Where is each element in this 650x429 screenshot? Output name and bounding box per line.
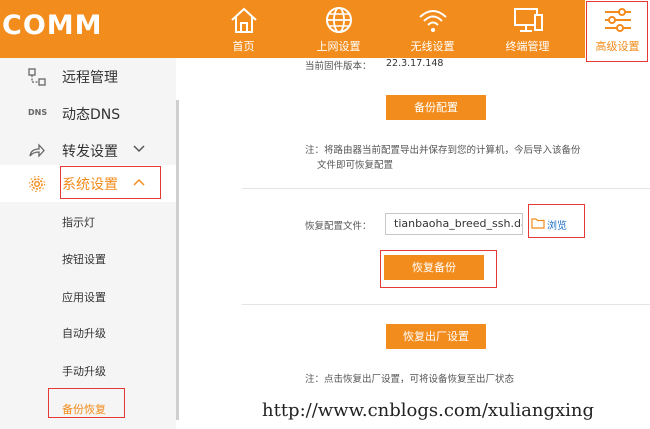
sidebar-subitem-manual-upgrade[interactable]: 手动升级 [0, 352, 176, 388]
nav-advanced-settings-label: 高级设置 [595, 40, 640, 53]
sidebar-subitem-label: 指示灯 [62, 216, 95, 229]
sidebar: 远程管理 DNS 动态DNS 转发设置 系统设置 指示灯 按钮设置 应用设置 自 [0, 58, 176, 429]
sidebar-item-label: 转发设置 [62, 144, 118, 160]
factory-note: 注：点击恢复出厂设置，可将设备恢复至出厂状态 [305, 374, 515, 385]
sliders-icon [604, 8, 631, 32]
sidebar-item-label: 系统设置 [62, 177, 118, 193]
forward-icon [29, 143, 45, 158]
browse-label: 浏览 [547, 221, 567, 232]
sidebar-item-label: 动态DNS [62, 107, 121, 123]
folder-icon [531, 218, 545, 229]
main-content: 当前固件版本： 22.3.17.148 备份配置 注：将路由器当前配置导出并保存… [186, 58, 650, 429]
sidebar-subitem-auto-upgrade[interactable]: 自动升级 [0, 314, 176, 350]
backup-note-line1: 注：将路由器当前配置导出并保存到您的计算机，今后导入该备份 [305, 145, 581, 156]
sidebar-scrollbar[interactable] [176, 100, 179, 420]
sidebar-subitem-button-settings[interactable]: 按钮设置 [0, 240, 176, 276]
sidebar-subitem-app-settings[interactable]: 应用设置 [0, 278, 176, 314]
sidebar-subitem-label: 自动升级 [62, 327, 106, 340]
nav-terminal-management-label: 终端管理 [505, 40, 550, 53]
sidebar-subitem-label: 手动升级 [62, 365, 106, 378]
nav-wireless-settings[interactable]: 无线设置 [390, 0, 475, 58]
sidebar-subitem-label: 按钮设置 [62, 253, 106, 266]
firmware-label: 当前固件版本： [305, 61, 372, 72]
sidebar-subitem-label: 备份恢复 [62, 403, 106, 416]
dns-icon: DNS [28, 108, 48, 117]
nav-internet-settings-label: 上网设置 [316, 40, 361, 53]
nav-advanced-settings[interactable]: 高级设置 [585, 0, 650, 58]
chevron-down-icon [133, 145, 145, 153]
sidebar-subitem-backup-restore[interactable]: 备份恢复 [0, 390, 176, 426]
firmware-version: 22.3.17.148 [386, 58, 444, 69]
chevron-up-icon [133, 178, 145, 186]
nav-home[interactable]: 首页 [201, 0, 286, 58]
sidebar-item-dynamic-dns[interactable]: DNS 动态DNS [0, 95, 176, 132]
sidebar-subitem-label: 应用设置 [62, 291, 106, 304]
restore-file-input[interactable]: tianbaoha_breed_ssh.dat [385, 213, 523, 235]
home-icon [230, 7, 257, 33]
gear-icon [29, 176, 45, 192]
restore-file-label: 恢复配置文件： [305, 221, 372, 232]
sidebar-item-system-settings[interactable]: 系统设置 [0, 165, 176, 202]
watermark-text: http://www.cnblogs.com/xuliangxing [262, 400, 595, 421]
globe-icon [325, 7, 352, 33]
restore-backup-button[interactable]: 恢复备份 [384, 255, 484, 280]
divider [242, 188, 650, 189]
nav-wireless-settings-label: 无线设置 [410, 40, 455, 53]
wifi-icon [418, 10, 447, 32]
divider [242, 304, 650, 305]
browse-button[interactable]: 浏览 [531, 216, 579, 234]
nav-terminal-management[interactable]: 终端管理 [485, 0, 570, 58]
backup-config-button[interactable]: 备份配置 [386, 95, 486, 120]
sidebar-item-label: 远程管理 [62, 70, 118, 86]
nav-internet-settings[interactable]: 上网设置 [296, 0, 381, 58]
sidebar-subitem-indicator[interactable]: 指示灯 [0, 203, 176, 239]
factory-reset-button[interactable]: 恢复出厂设置 [386, 324, 486, 349]
remote-icon [28, 68, 46, 86]
sidebar-item-remote-management[interactable]: 远程管理 [0, 58, 176, 95]
top-navigation-bar: COMM 首页 上网设置 无线设置 终端管理 高级设置 [0, 0, 650, 58]
nav-home-label: 首页 [232, 40, 255, 53]
backup-note-line2: 文件即可恢复配置 [317, 160, 394, 171]
devices-icon [513, 8, 543, 32]
brand-logo: COMM [2, 10, 103, 41]
sidebar-item-forward-settings[interactable]: 转发设置 [0, 132, 176, 169]
